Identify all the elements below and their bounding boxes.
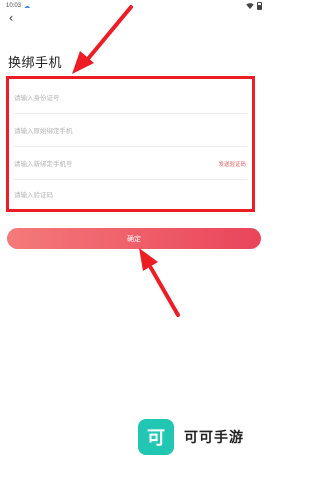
app-logo: 可 <box>138 419 174 455</box>
status-icons <box>246 2 262 10</box>
verification-code-input[interactable] <box>9 190 252 199</box>
confirm-button[interactable]: 确定 <box>7 228 261 249</box>
send-code-button[interactable]: 发送验证码 <box>218 160 246 168</box>
back-icon[interactable]: ‹ <box>4 11 18 25</box>
cloud-icon: ☁ <box>24 2 31 10</box>
old-phone-input[interactable] <box>9 126 252 135</box>
annotation-arrow-down <box>139 248 180 317</box>
brand-name: 可可手游 <box>184 430 244 446</box>
old-phone-row <box>9 114 252 147</box>
page-title: 换绑手机 <box>8 56 63 71</box>
watermark: 可 可可手游 <box>138 419 244 455</box>
battery-icon <box>257 2 262 10</box>
id-number-input[interactable] <box>9 93 252 102</box>
verification-code-row <box>9 178 252 211</box>
new-phone-row: 发送验证码 <box>9 147 252 180</box>
new-phone-input[interactable] <box>9 159 252 168</box>
id-number-row <box>9 81 252 114</box>
annotation-arrow-up <box>72 5 133 74</box>
wifi-icon <box>246 3 254 9</box>
rebind-phone-form: 发送验证码 <box>6 76 255 212</box>
status-bar: 10:03 ☁ <box>0 0 268 12</box>
status-time: 10:03 <box>6 3 22 9</box>
